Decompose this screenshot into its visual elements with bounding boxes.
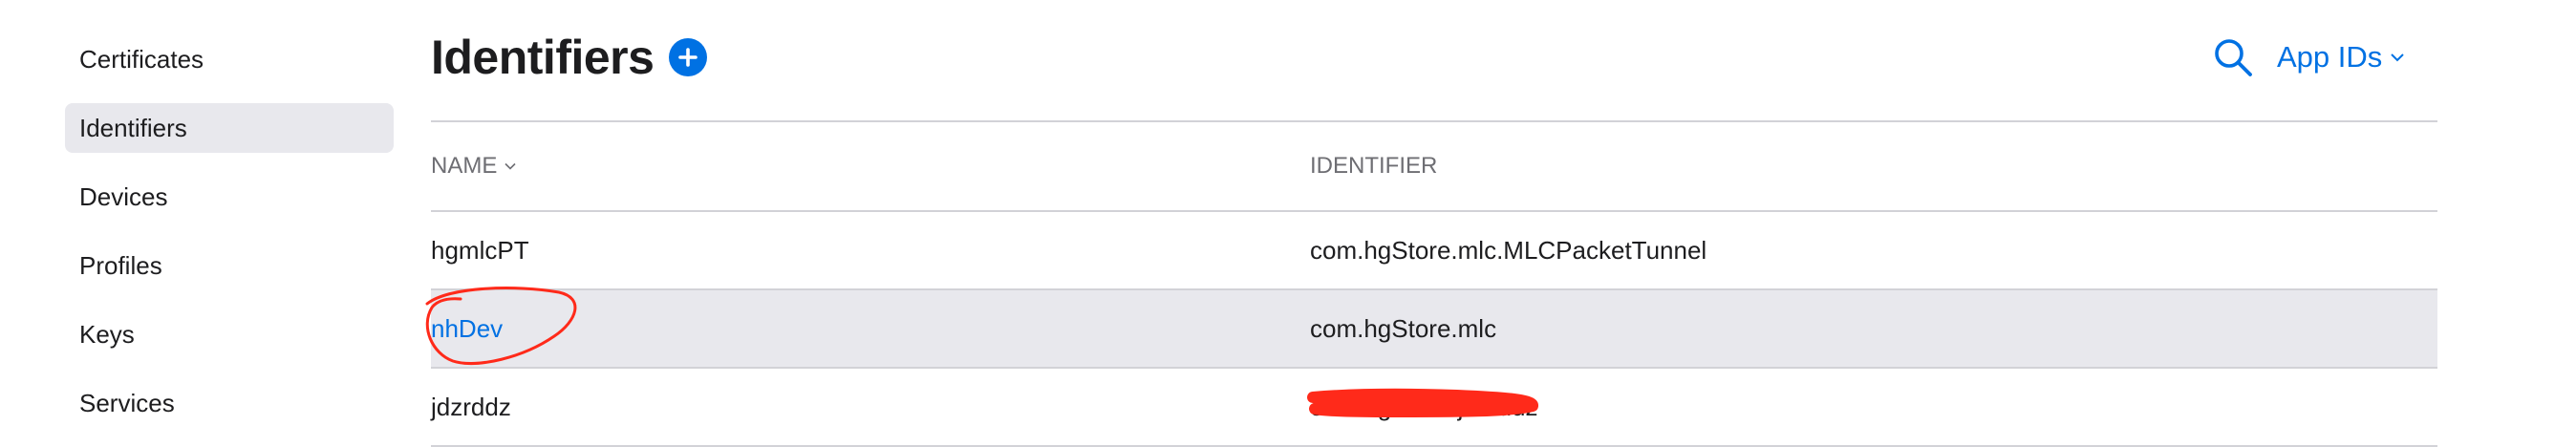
search-button[interactable] [2210,34,2256,80]
row-name: jdzrddz [431,393,511,421]
sidebar-item-identifiers[interactable]: Identifiers [65,103,394,153]
sidebar-item-devices[interactable]: Devices [65,172,394,222]
table-row[interactable]: hgmlcPT com.hgStore.mlc.MLCPacketTunnel [431,212,2437,290]
page-title: Identifiers [431,31,655,84]
toolbar-right: App IDs [2210,32,2405,82]
chevron-down-icon [2391,53,2404,62]
column-header-identifier: IDENTIFIER [1310,153,1438,179]
row-name[interactable]: nhDev [431,290,503,367]
row-name: hgmlcPT [431,236,529,265]
row-identifier: com.hgStore.jdzrddz [1310,393,1538,421]
title-row: Identifiers [431,27,708,88]
add-icon [678,48,698,67]
table-row[interactable]: jdzrddz com.hgStore.jdzrddz [431,369,2437,447]
sidebar-item-profiles[interactable]: Profiles [65,241,394,290]
type-filter-dropdown[interactable]: App IDs [2277,40,2405,74]
identifiers-table: NAME IDENTIFIER hgmlcPT com.hgStore.mlc.… [431,120,2437,447]
column-header-name-label: NAME [431,153,498,179]
sidebar-item-keys[interactable]: Keys [65,309,394,359]
sort-chevron-icon [504,162,516,170]
row-identifier: com.hgStore.mlc [1310,314,1497,343]
table-row[interactable]: nhDev com.hgStore.mlc [431,290,2437,369]
add-identifier-button[interactable] [669,38,708,76]
row-identifier: com.hgStore.mlc.MLCPacketTunnel [1310,236,1707,265]
column-header-name[interactable]: NAME [431,122,518,210]
sidebar-item-services[interactable]: Services [65,378,394,428]
table-header: NAME IDENTIFIER [431,120,2437,212]
sidebar-item-certificates[interactable]: Certificates [65,34,394,84]
search-icon [2215,39,2252,76]
filter-label: App IDs [2277,40,2383,74]
sidebar-nav: Certificates Identifiers Devices Profile… [65,34,394,447]
